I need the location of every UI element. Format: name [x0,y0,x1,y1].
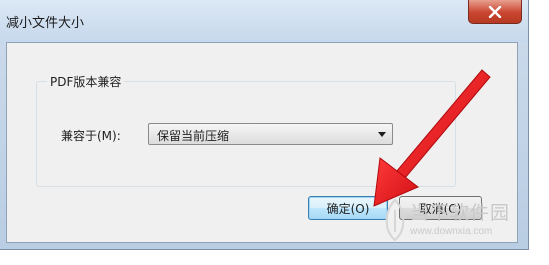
red-arrow-shaft [395,69,491,179]
red-arrow-annotation [373,69,491,207]
